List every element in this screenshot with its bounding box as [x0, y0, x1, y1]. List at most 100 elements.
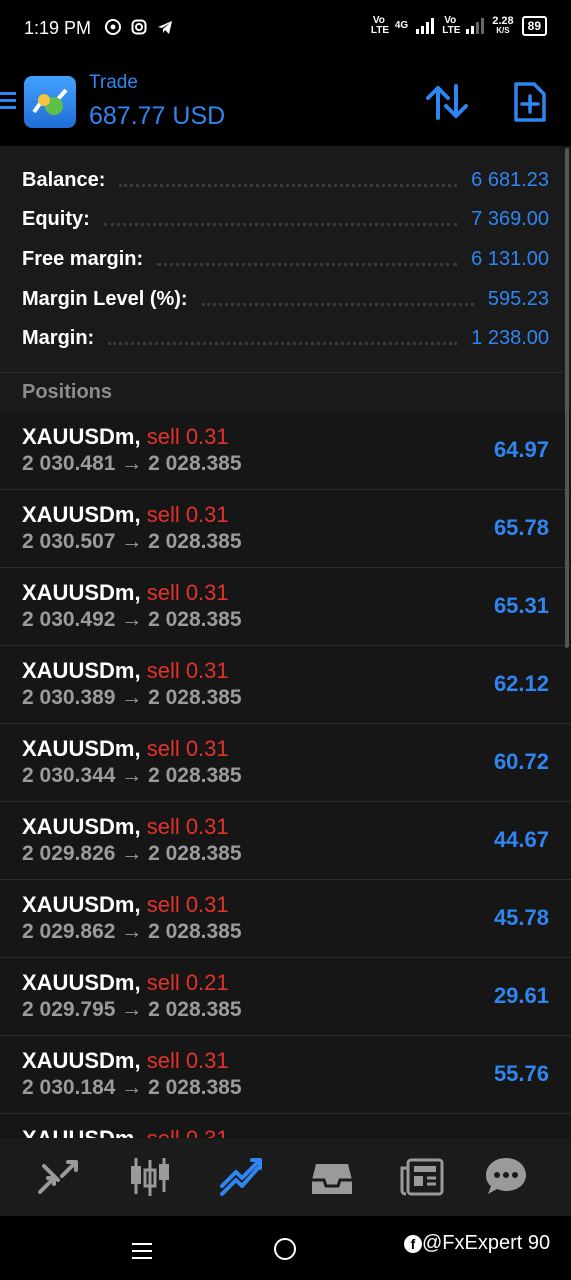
home-button[interactable] [274, 1238, 296, 1260]
position-type: sell 0.21 [146, 970, 229, 995]
position-type: sell 0.31 [146, 736, 229, 761]
positions-label: Positions [22, 381, 113, 403]
position-type: sell 0.31 [146, 658, 229, 683]
new-order-button[interactable] [510, 80, 550, 124]
position-profit: 55.76 [493, 1061, 549, 1086]
summary-row-balance: Balance: 6 681.23 [22, 165, 549, 195]
position-profit: 45.78 [493, 905, 549, 930]
summary-label: Free margin: [22, 247, 144, 270]
symbol-text: XAUUSDm, [22, 580, 141, 605]
sort-icon [426, 84, 468, 120]
symbol-text: XAUUSDm, [22, 424, 141, 449]
telegram-icon [156, 18, 174, 36]
instagram-icon [130, 18, 148, 36]
nav-news[interactable] [398, 1154, 446, 1200]
nav-chart[interactable] [126, 1154, 174, 1200]
position-symbol: XAUUSDm, sell 0.31 [22, 1048, 229, 1074]
watermark-text: @FxExpert 90 [422, 1232, 551, 1254]
nav-trade[interactable] [218, 1154, 266, 1200]
position-row[interactable]: XAUUSDm, sell 0.31 2 029.826 → 2 028.385… [0, 802, 571, 880]
summary-value: 6 681.23 [471, 168, 549, 191]
position-prices: 2 030.507 → 2 028.385 [22, 530, 242, 553]
trade-icon [220, 1158, 262, 1196]
position-row[interactable]: XAUUSDm, sell 0.31 2 030.492 → 2 028.385… [0, 568, 571, 646]
symbol-text: XAUUSDm, [22, 814, 141, 839]
summary-value: 1 238.00 [471, 326, 549, 349]
position-profit: 29.61 [493, 983, 549, 1008]
symbol-text: XAUUSDm, [22, 892, 141, 917]
positions-list[interactable]: XAUUSDm, sell 0.31 2 030.481 → 2 028.385… [0, 412, 571, 1138]
position-row[interactable]: XAUUSDm, sell 0.31 [0, 1114, 571, 1138]
position-prices: 2 030.389 → 2 028.385 [22, 686, 242, 709]
symbol-text: XAUUSDm, [22, 1048, 141, 1073]
recent-apps-button[interactable] [132, 1238, 152, 1264]
new-order-icon [514, 82, 546, 122]
position-prices: 2 029.795 → 2 028.385 [22, 998, 242, 1021]
position-row[interactable]: XAUUSDm, sell 0.31 2 029.862 → 2 028.385… [0, 880, 571, 958]
facebook-icon: f [404, 1234, 422, 1253]
position-symbol: XAUUSDm, sell 0.31 [22, 424, 229, 450]
position-row[interactable]: XAUUSDm, sell 0.31 2 030.184 → 2 028.385… [0, 1036, 571, 1114]
position-symbol: XAUUSDm, sell 0.31 [22, 658, 229, 684]
sort-button[interactable] [424, 82, 470, 122]
news-icon [400, 1158, 444, 1196]
position-profit: 64.97 [493, 437, 549, 462]
symbol-text: XAUUSDm, [22, 502, 141, 527]
status-time: 1:19 PM [24, 18, 92, 38]
signal-icon [416, 18, 435, 34]
position-profit: 60.72 [493, 749, 549, 774]
nav-history[interactable] [308, 1154, 356, 1200]
nav-messages[interactable] [482, 1154, 530, 1200]
dotted-leader [103, 213, 458, 226]
status-bar: 1:19 PM Vo LTE 4G Vo LTE 2.28 K/S 89 [0, 0, 571, 60]
menu-icon[interactable] [0, 88, 16, 114]
summary-value: 595.23 [487, 287, 549, 310]
scrollbar[interactable] [565, 148, 569, 648]
position-type: sell 0.31 [146, 814, 229, 839]
position-profit: 62.12 [493, 671, 549, 696]
summary-row-margin: Margin: 1 238.00 [22, 323, 549, 353]
summary-label: Equity: [22, 207, 90, 230]
position-symbol: XAUUSDm, sell 0.31 [22, 502, 229, 528]
chart-icon [131, 1158, 169, 1196]
summary-value: 6 131.00 [471, 247, 549, 270]
system-navigation: f @FxExpert 90 [0, 1216, 571, 1280]
position-row[interactable]: XAUUSDm, sell 0.21 2 029.795 → 2 028.385… [0, 958, 571, 1036]
status-system-icons: Vo LTE 4G Vo LTE 2.28 K/S 89 [371, 16, 547, 36]
position-prices: 2 030.344 → 2 028.385 [22, 764, 242, 787]
position-profit: 44.67 [493, 827, 549, 852]
position-symbol: XAUUSDm, sell 0.31 [22, 736, 229, 762]
dotted-leader [119, 174, 458, 187]
position-row[interactable]: XAUUSDm, sell 0.31 2 030.344 → 2 028.385… [0, 724, 571, 802]
summary-label: Balance: [22, 168, 106, 191]
position-row[interactable]: XAUUSDm, sell 0.31 2 030.389 → 2 028.385… [0, 646, 571, 724]
position-type: sell 0.31 [147, 1126, 229, 1138]
position-type: sell 0.31 [146, 424, 229, 449]
messages-icon [486, 1158, 526, 1194]
position-profit: 65.31 [493, 593, 549, 618]
position-profit: 65.78 [493, 515, 549, 540]
position-type: sell 0.31 [146, 502, 229, 527]
summary-row-free-margin: Free margin: 6 131.00 [22, 244, 549, 274]
nav-quotes[interactable] [34, 1154, 82, 1200]
chrome-icon [104, 18, 122, 36]
header-title: Trade [89, 72, 138, 93]
account-summary: Balance: 6 681.23 Equity: 7 369.00 Free … [0, 146, 571, 372]
position-symbol: XAUUSDm, sell 0.31 [22, 892, 229, 918]
header-balance: 687.77 USD [89, 102, 226, 130]
app-header: Trade 687.77 USD [0, 60, 571, 146]
quotes-icon [38, 1160, 78, 1194]
volte-indicator-2: Vo LTE [442, 15, 461, 36]
summary-row-margin-level: Margin Level (%): 595.23 [22, 284, 549, 314]
positions-section-header: Positions [0, 372, 571, 414]
position-row[interactable]: XAUUSDm, sell 0.31 2 030.507 → 2 028.385… [0, 490, 571, 568]
position-symbol: XAUUSDm, sell 0.31 [22, 580, 229, 606]
watermark: f @FxExpert 90 [404, 1232, 550, 1255]
position-row[interactable]: XAUUSDm, sell 0.31 2 030.481 → 2 028.385… [0, 412, 571, 490]
position-symbol: XAUUSDm, sell 0.21 [22, 970, 229, 996]
position-type: sell 0.31 [146, 892, 229, 917]
volte-indicator: Vo LTE [370, 15, 390, 36]
position-prices: 2 030.184 → 2 028.385 [22, 1076, 242, 1099]
symbol-text: XAUUSDm, [22, 736, 141, 761]
position-prices: 2 030.481 → 2 028.385 [22, 452, 242, 475]
